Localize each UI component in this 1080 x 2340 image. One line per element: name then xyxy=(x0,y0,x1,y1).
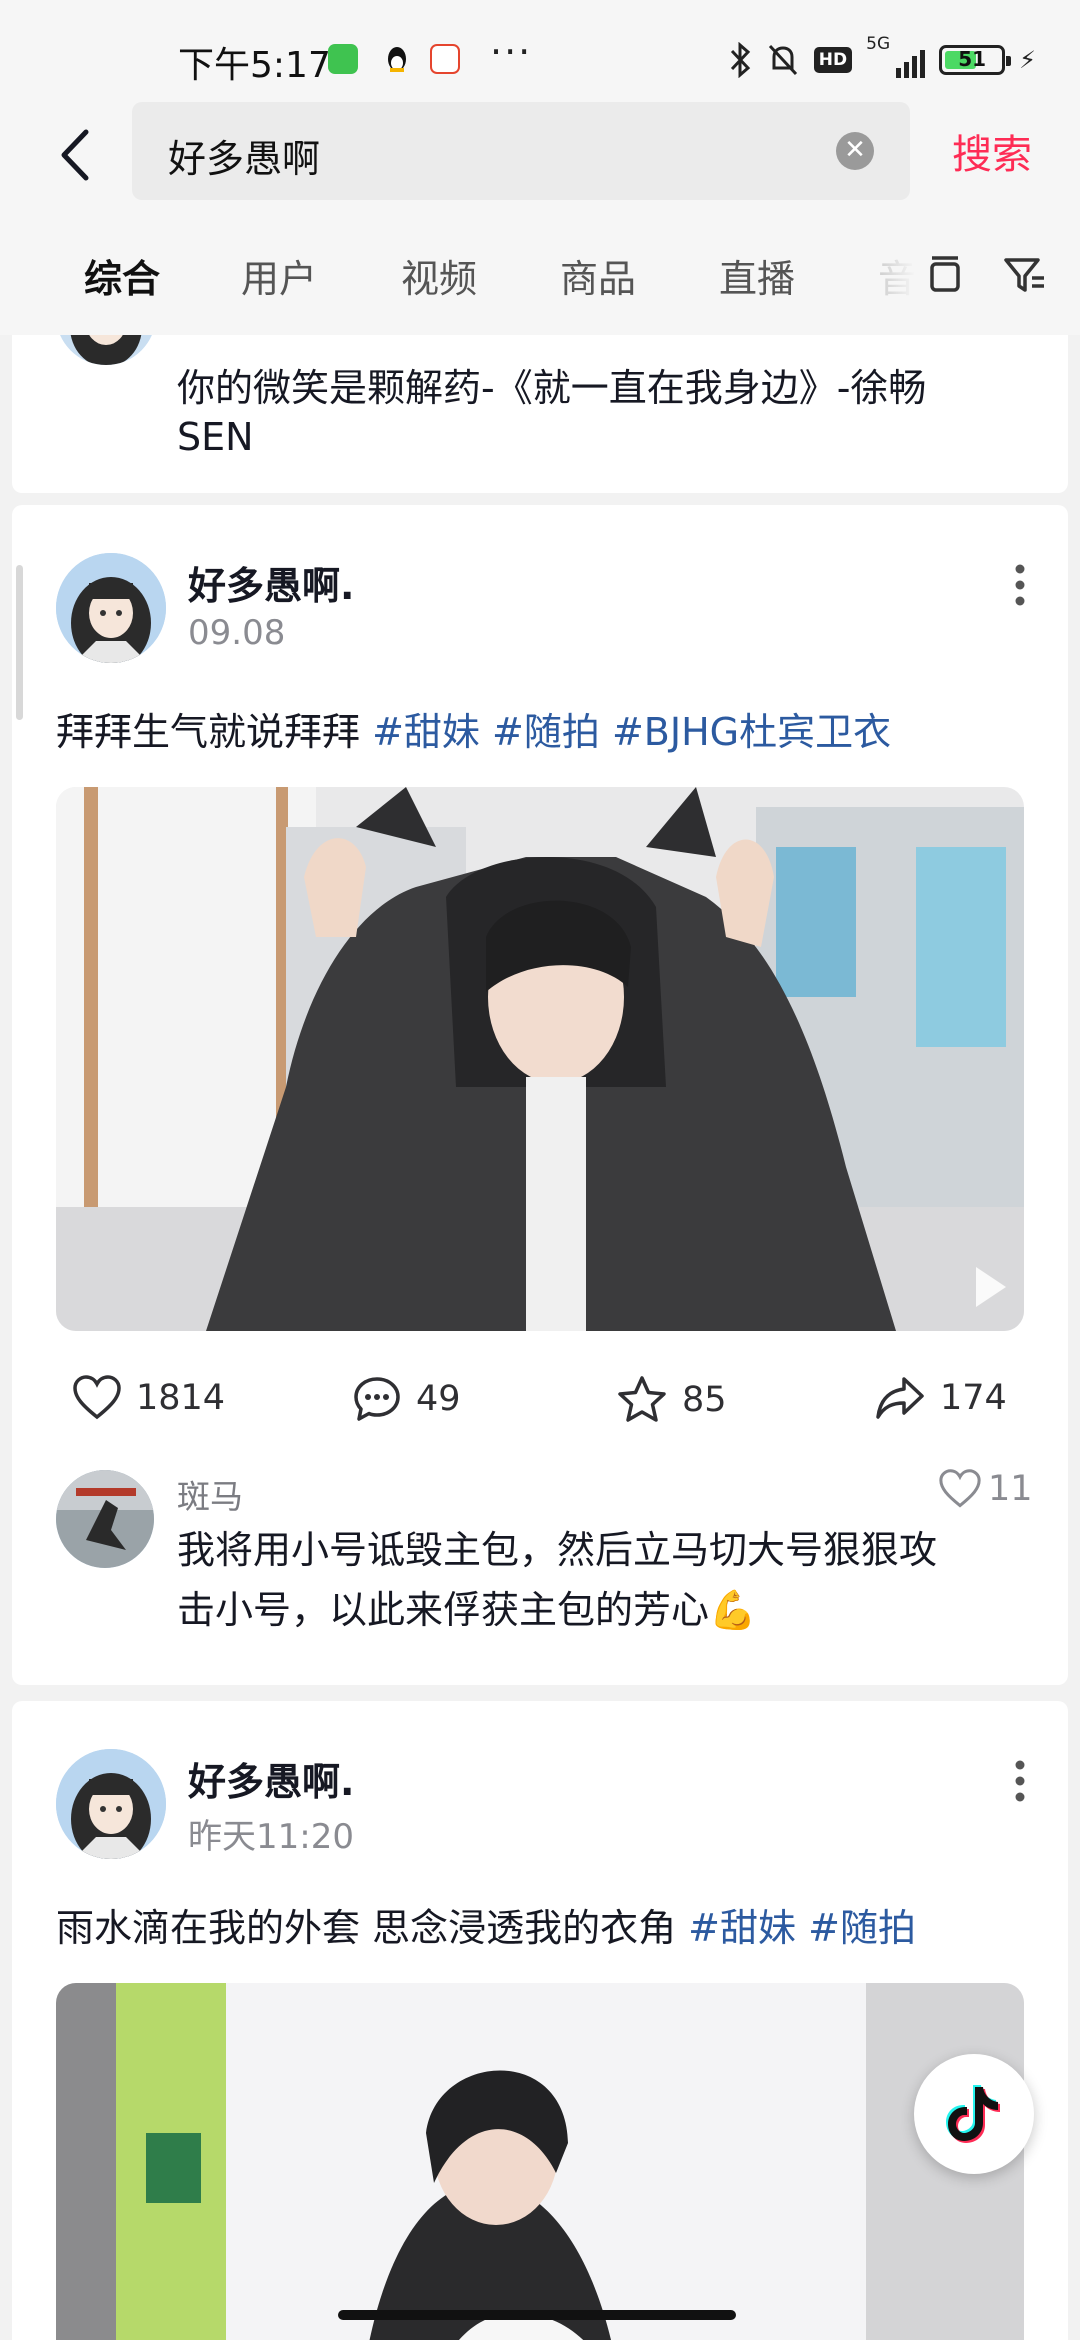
share-count: 174 xyxy=(940,1378,1007,1418)
like-button[interactable]: 1814 xyxy=(72,1375,225,1421)
comment-text-line1: 我将用小号诋毁主包，然后立马切大号狠狠攻 xyxy=(177,1528,938,1572)
tab-live[interactable]: 直播 xyxy=(719,248,795,303)
mute-bell-icon xyxy=(768,44,797,76)
results-feed: 你的微笑是颗解药-《就一直在我身边》-徐畅 SEN 好多愚啊. 09.08 拜拜… xyxy=(0,335,1080,2340)
hashtag[interactable]: #随拍 xyxy=(492,710,600,754)
search-input[interactable]: 好多愚啊 ✕ xyxy=(132,102,910,200)
share-icon xyxy=(876,1377,924,1419)
layout-toggle-icon[interactable] xyxy=(920,250,970,300)
qq-notification-icon xyxy=(382,44,412,74)
post-description: 雨水滴在我的外套 思念浸透我的衣角 #甜妹 #随拍 xyxy=(56,1897,916,1952)
heart-icon xyxy=(73,1375,121,1420)
tab-videos[interactable]: 视频 xyxy=(401,248,477,303)
tab-users[interactable]: 用户 xyxy=(241,248,317,303)
clear-icon[interactable]: ✕ xyxy=(836,132,874,170)
hashtag[interactable]: #甜妹 xyxy=(372,710,480,754)
comment-like-button[interactable]: 11 xyxy=(938,1469,1033,1509)
charging-icon: ⚡ xyxy=(1019,46,1036,74)
previous-result-title-line1: 你的微笑是颗解药-《就一直在我身边》-徐畅 xyxy=(177,366,927,410)
avatar[interactable] xyxy=(56,335,156,365)
status-time: 下午5:17 xyxy=(178,45,331,86)
search-header: 好多愚啊 ✕ 搜索 xyxy=(0,100,1080,210)
status-indicators: HD 5G 51 ⚡ xyxy=(728,34,1036,80)
hashtag[interactable]: #BJHG杜宾卫衣 xyxy=(612,710,891,754)
filter-icon[interactable] xyxy=(1000,250,1050,300)
douyin-float-button[interactable] xyxy=(914,2054,1034,2174)
comment-icon xyxy=(354,1377,400,1421)
status-bar: 下午5:17 ··· HD 5G 51 ⚡ xyxy=(0,0,1080,100)
author-name[interactable]: 好多愚啊. xyxy=(188,555,354,610)
bluetooth-icon xyxy=(730,42,750,78)
scroll-indicator xyxy=(16,565,23,720)
post-time: 昨天11:20 xyxy=(188,1817,354,1857)
more-options-icon[interactable] xyxy=(1000,1751,1040,1811)
avatar[interactable] xyxy=(56,1749,166,1859)
favorite-count: 85 xyxy=(682,1380,727,1420)
post-text: 雨水滴在我的外套 思念浸透我的衣角 xyxy=(56,1906,689,1950)
hashtag[interactable]: #随拍 xyxy=(808,1906,916,1950)
douyin-logo-icon xyxy=(946,2085,1000,2143)
wechat-notification-icon xyxy=(328,44,358,74)
home-indicator[interactable] xyxy=(338,2310,736,2320)
post-card[interactable]: 好多愚啊. 昨天11:20 雨水滴在我的外套 思念浸透我的衣角 #甜妹 #随拍 xyxy=(12,1701,1068,2340)
share-button[interactable]: 174 xyxy=(874,1375,1007,1421)
tab-comprehensive[interactable]: 综合 xyxy=(84,248,160,303)
heart-icon xyxy=(939,1469,981,1508)
search-query[interactable]: 好多愚啊 xyxy=(168,128,320,183)
post-image[interactable] xyxy=(56,1983,1024,2340)
battery-level: 51 xyxy=(958,47,987,71)
network-type: 5G xyxy=(866,34,891,54)
58-notification-icon xyxy=(430,44,460,74)
comment-like-count: 11 xyxy=(988,1469,1033,1509)
signal-5g-icon: 5G xyxy=(866,34,926,78)
battery-icon: 51 xyxy=(939,45,1012,75)
commenter-name[interactable]: 斑马 xyxy=(177,1470,243,1518)
comment-count: 49 xyxy=(416,1379,461,1419)
more-notifications-icon: ··· xyxy=(490,30,533,74)
post-image[interactable] xyxy=(56,787,1024,1331)
hashtag[interactable]: #甜妹 xyxy=(688,1906,796,1950)
like-count: 1814 xyxy=(136,1378,226,1418)
post-text: 拜拜生气就说拜拜 xyxy=(56,710,373,754)
star-icon xyxy=(618,1376,666,1422)
favorite-button[interactable]: 85 xyxy=(616,1375,727,1425)
post-time: 09.08 xyxy=(188,613,286,653)
previous-result-title-line2: SEN xyxy=(177,415,254,459)
result-tabs: 综合 用户 视频 商品 直播 音 xyxy=(0,210,1080,335)
avatar[interactable] xyxy=(56,553,166,663)
back-arrow-icon[interactable] xyxy=(52,120,96,190)
comment-button[interactable]: 49 xyxy=(352,1375,461,1423)
more-options-icon[interactable] xyxy=(1000,555,1040,615)
post-description: 拜拜生气就说拜拜 #甜妹 #随拍 #BJHG杜宾卫衣 xyxy=(56,701,891,756)
previous-result-card[interactable]: 你的微笑是颗解药-《就一直在我身边》-徐畅 SEN xyxy=(12,335,1068,493)
post-card[interactable]: 好多愚啊. 09.08 拜拜生气就说拜拜 #甜妹 #随拍 #BJHG杜宾卫衣 1… xyxy=(12,505,1068,1685)
comment-text-line2: 击小号，以此来俘获主包的芳心💪 xyxy=(177,1588,757,1632)
commenter-avatar[interactable] xyxy=(56,1470,154,1568)
search-button[interactable]: 搜索 xyxy=(952,122,1032,180)
tab-products[interactable]: 商品 xyxy=(560,248,636,303)
hd-badge: HD xyxy=(813,47,853,73)
author-name[interactable]: 好多愚啊. xyxy=(188,1751,354,1806)
